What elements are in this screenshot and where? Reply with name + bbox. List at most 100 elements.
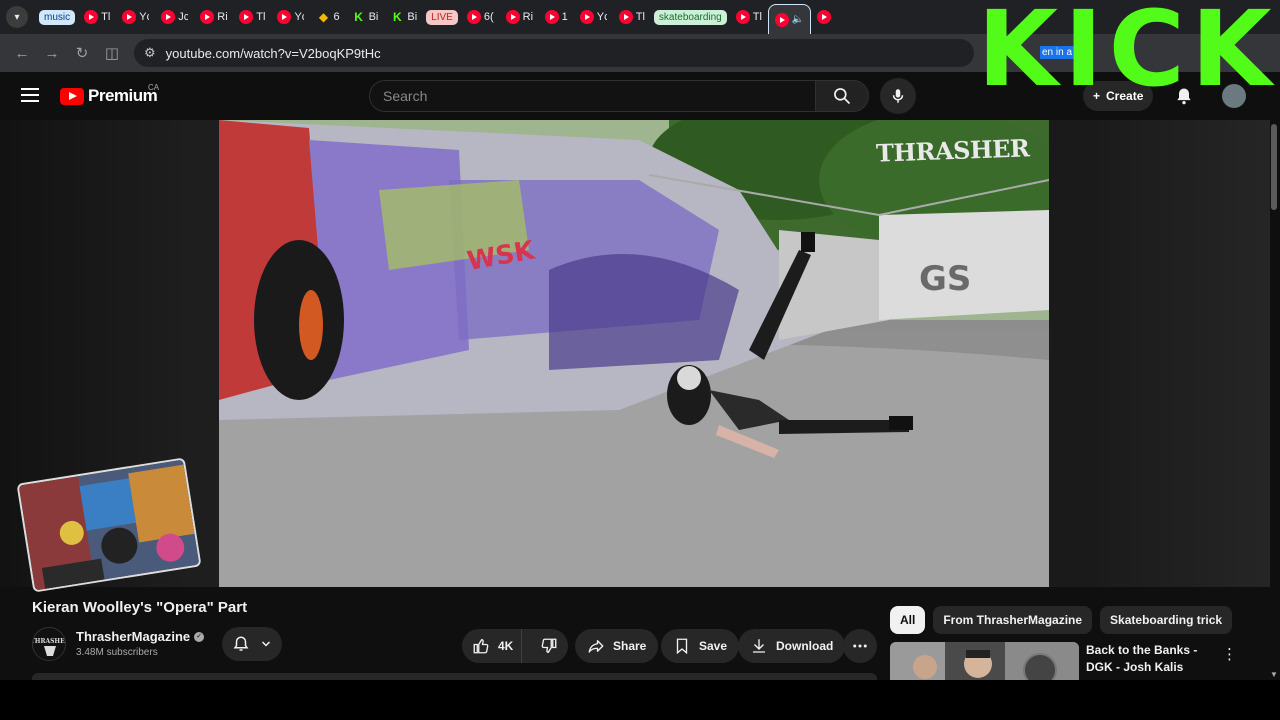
youtube-icon [544,10,559,24]
browser-tab[interactable]: K Bi [346,4,385,30]
back-icon[interactable]: ← [8,39,36,67]
channel-name[interactable]: ThrasherMagazine ✓ [76,629,205,644]
video-frame: WSK GS [219,120,1049,587]
channel-name-text: ThrasherMagazine [76,629,191,644]
share-icon [588,640,604,653]
youtube-icon [161,10,176,24]
logo-text: Premium [88,86,158,105]
bookmark-icon [676,638,688,655]
chip-all[interactable]: All [890,606,926,634]
thrasher-watermark: THRASHER [875,133,1030,168]
browser-tab[interactable]: 1 [539,4,574,30]
voice-search-button[interactable] [880,78,916,114]
like-dislike-group: 4K [462,629,568,663]
speaker-icon: 🔈 [791,14,805,25]
download-icon [753,639,765,653]
chip-skateboarding-trick[interactable]: Skateboarding trick [1100,606,1233,634]
browser-tab[interactable]: Tl [730,4,768,30]
browser-tab[interactable]: Yc [116,4,155,30]
browser-tab[interactable]: Yc [574,4,613,30]
tab-search-button[interactable]: ▾ [6,6,28,28]
svg-text:THRASHER: THRASHER [33,638,66,645]
thumbnail-image [890,642,1079,680]
youtube-icon [505,10,520,24]
split-view-icon[interactable]: ◫ [98,39,126,67]
chip-from-channel[interactable]: From ThrasherMagazine [933,606,1093,634]
scroll-down-icon[interactable]: ▼ [1270,670,1278,679]
browser-tab[interactable]: Jc [155,4,194,30]
tab-group-live[interactable]: LIVE [426,9,458,25]
like-count: 4K [498,639,514,653]
search-input[interactable]: Search [369,80,816,112]
browser-tab[interactable]: ◆ 6 [310,4,345,30]
more-horizontal-icon [853,644,867,648]
address-bar[interactable]: ⚙ youtube.com/watch?v=V2boqKP9tHc [134,39,974,67]
related-filter-chips: All From ThrasherMagazine Skateboarding … [890,606,1233,634]
share-button[interactable]: Share [575,629,659,663]
thrasher-logo-icon: THRASHER [33,629,66,660]
youtube-icon [579,10,594,24]
menu-icon[interactable] [21,88,39,102]
bottom-letterbox [0,680,1280,720]
site-info-icon[interactable]: ⚙ [144,45,156,61]
more-actions-button[interactable] [843,629,877,663]
svg-text:GS: GS [919,259,971,299]
youtube-icon [466,10,481,24]
channel-avatar[interactable]: THRASHER [32,627,66,661]
youtube-icon [817,10,832,24]
tab-group-skateboarding[interactable]: skateboarding [653,9,727,25]
tab-group-music[interactable]: music [39,9,76,25]
youtube-icon [277,10,292,24]
video-player[interactable]: WSK GS THRASHER [219,120,1049,587]
thumbs-down-icon [541,638,557,654]
browser-tab[interactable]: Ri [500,4,539,30]
browser-tab-active[interactable]: 🔈 [767,4,812,34]
browser-tab[interactable]: Tl [78,4,116,30]
forward-icon[interactable]: → [38,39,66,67]
youtube-logo-icon [60,87,84,105]
save-label: Save [699,639,728,653]
kick-logo-overlay: KICK [977,0,1278,98]
kick-icon: K [393,10,402,24]
video-title: Kieran Woolley's "Opera" Part [32,599,248,616]
recommended-video-thumbnail[interactable] [890,642,1079,680]
country-code: CA [148,83,160,92]
bell-icon [233,636,249,651]
browser-tab[interactable]: K Bi [384,4,423,30]
download-label: Download [776,639,834,653]
thumbs-up-icon [473,638,489,654]
youtube-logo[interactable]: Premium [60,86,158,106]
youtube-icon [84,10,99,24]
page: ▾ music Tl Yc Jc Ri Tl Yc ◆6 KBi KBi LIV… [0,0,1280,720]
mic-icon [892,89,904,103]
youtube-icon [200,10,215,24]
more-vertical-icon[interactable]: ⋮ [1222,645,1237,663]
share-label: Share [613,639,647,653]
like-button[interactable]: 4K [462,629,522,663]
kick-icon: K [354,10,363,24]
reload-icon[interactable]: ↻ [68,39,96,67]
browser-tab[interactable]: Tl [613,4,651,30]
url-text: youtube.com/watch?v=V2boqKP9tHc [165,45,381,61]
description-box[interactable] [32,673,877,680]
scrollbar-thumb[interactable] [1271,124,1277,210]
youtube-icon [735,10,750,24]
browser-tab[interactable]: Ri [194,4,233,30]
youtube-icon [239,10,254,24]
recommended-video-title[interactable]: Back to the Banks - DGK - Josh Kalis [1086,642,1221,676]
youtube-icon [122,10,137,24]
browser-tab[interactable]: Tl [233,4,271,30]
binance-icon: ◆ [318,10,329,24]
youtube-icon [774,12,789,27]
subscriber-count: 3.48M subscribers [76,647,158,658]
browser-tab[interactable]: Yc [271,4,310,30]
verified-icon: ✓ [194,631,205,642]
search-icon [834,88,851,105]
browser-tab[interactable] [811,4,837,30]
search-button[interactable] [815,80,869,112]
download-button[interactable]: Download [738,629,846,663]
save-button[interactable]: Save [661,629,740,663]
dislike-button[interactable] [530,629,568,663]
browser-tab[interactable]: 6( [461,4,500,30]
subscription-notifications-button[interactable] [222,627,282,661]
